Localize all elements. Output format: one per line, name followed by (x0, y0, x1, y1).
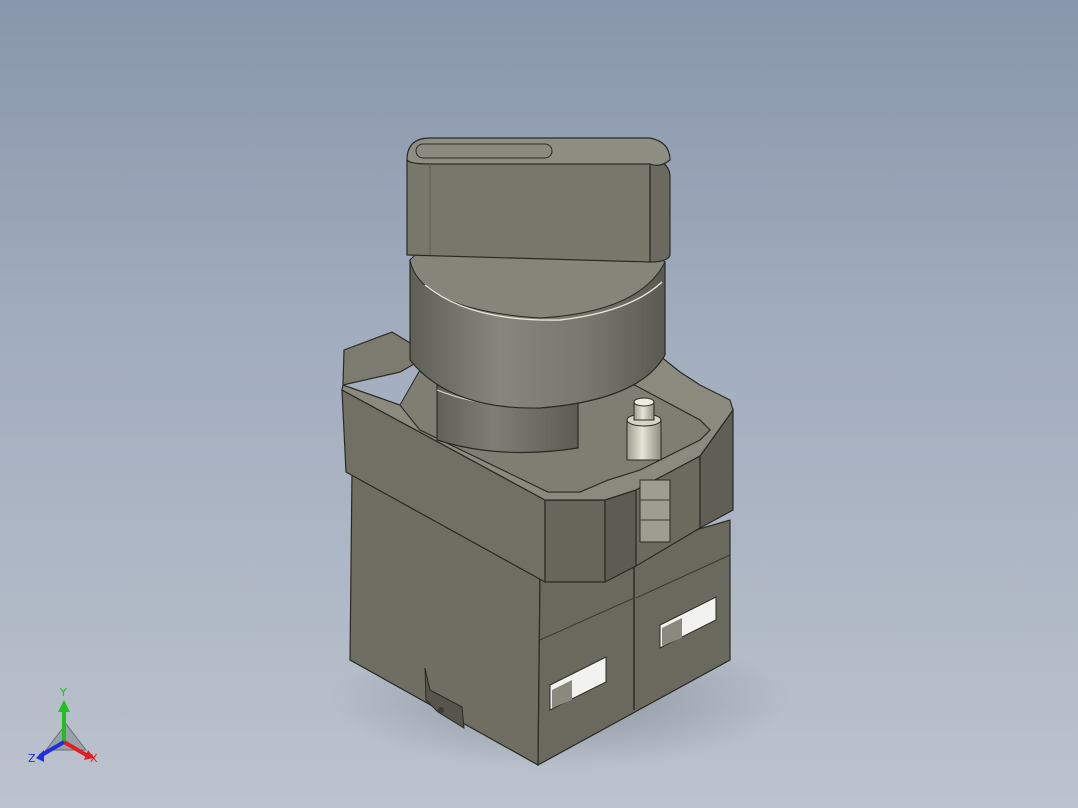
3d-model-view[interactable] (0, 0, 1078, 808)
y-axis-label: Y (59, 686, 67, 699)
selector-handle[interactable] (406, 137, 671, 263)
indicator-slot (415, 143, 553, 159)
x-axis-label: X (90, 752, 98, 765)
graphics-viewport[interactable]: Y X Z (0, 0, 1078, 808)
orientation-triad[interactable]: Y X Z (22, 664, 112, 774)
z-axis-label: Z (28, 752, 36, 765)
